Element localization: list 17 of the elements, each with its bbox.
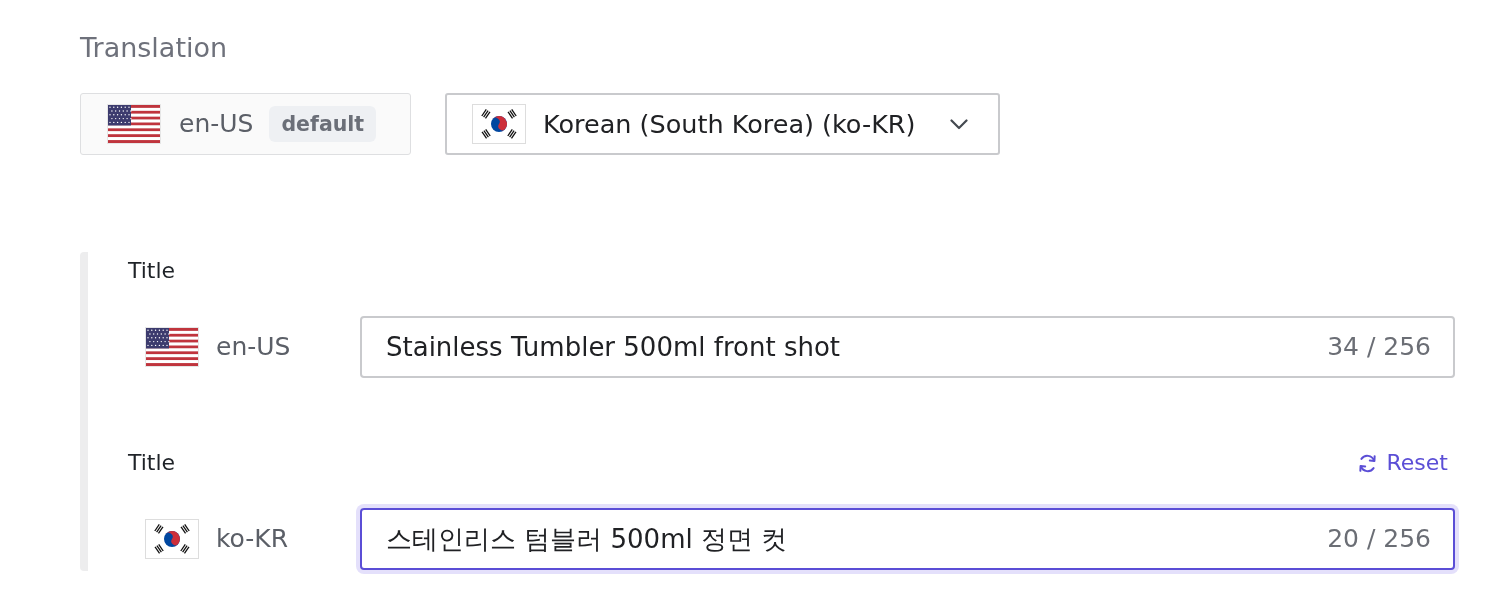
character-counter: 34 / 256 (1327, 331, 1431, 363)
locale-code: ko-KR (216, 523, 289, 555)
language-dropdown[interactable]: Korean (South Korea) (ko-KR) (445, 93, 1000, 155)
refresh-icon (1356, 452, 1378, 474)
locale-code: en-US (179, 108, 254, 140)
us-flag-icon (145, 327, 199, 367)
chevron-down-icon (950, 118, 968, 130)
field-label: Title (128, 449, 176, 477)
default-tag: default (269, 106, 377, 142)
field-label: Title (128, 257, 176, 285)
us-flag-icon (107, 104, 161, 144)
reset-button[interactable]: Reset (1356, 449, 1448, 477)
character-counter: 20 / 256 (1327, 523, 1431, 555)
korean-flag-icon (472, 104, 526, 144)
korean-flag-icon (145, 519, 199, 559)
section-heading: Translation (80, 32, 228, 64)
locale-code: en-US (216, 331, 291, 363)
